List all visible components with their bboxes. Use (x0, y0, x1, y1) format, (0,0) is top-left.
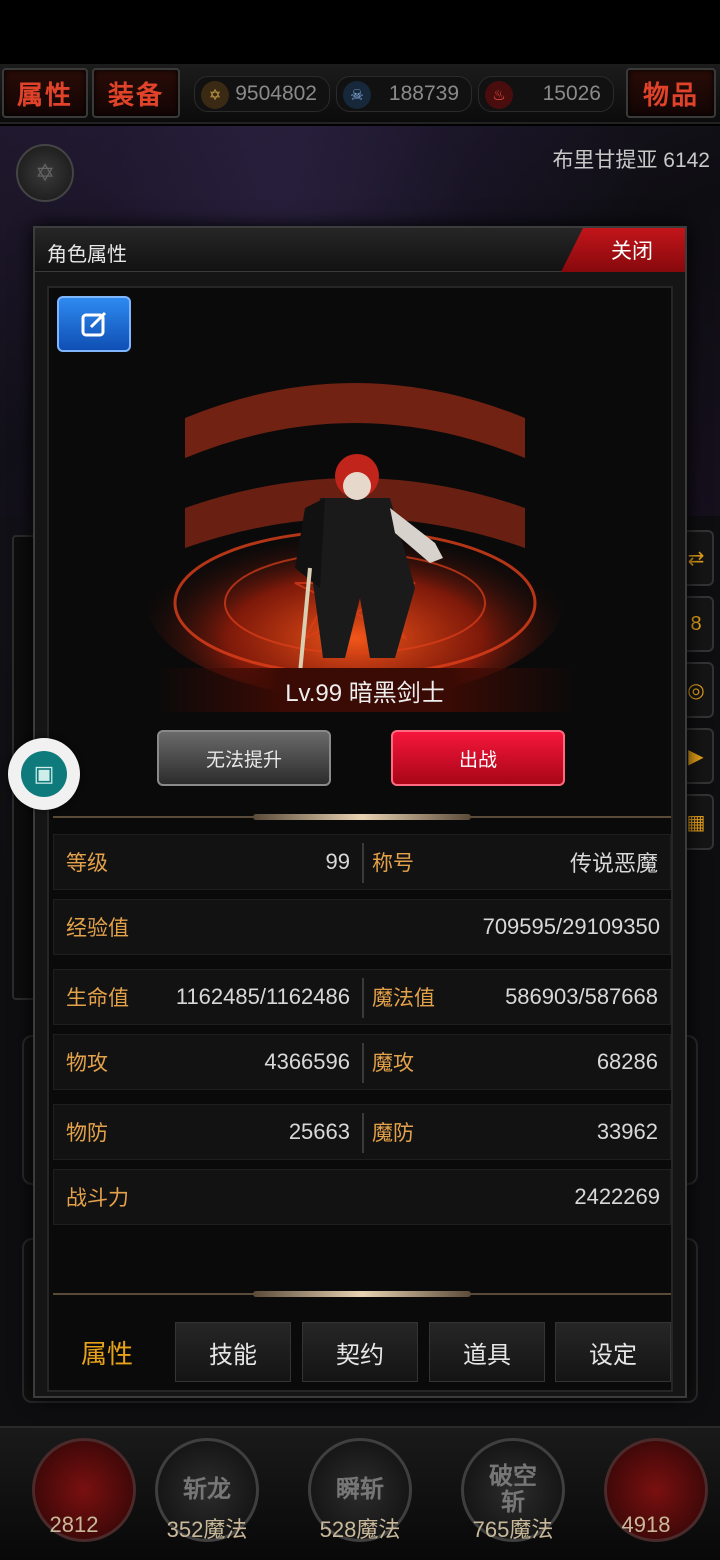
gold-counter: ✡ 9504802 (194, 76, 330, 112)
magic-attack-label: 魔攻 (372, 1052, 414, 1075)
combat-power-value: 2422269 (574, 1184, 660, 1209)
gem-value: 188739 (388, 82, 459, 105)
character-attributes-dialog: 角色属性 关闭 Lv.99 暗黑剑士 无法提升 出战 等级 99 称号 传说恶魔… (33, 226, 687, 1398)
dialog-title: 角色属性 (47, 244, 127, 266)
level-label: 等级 (66, 852, 108, 875)
items-button[interactable]: 物品 (626, 68, 716, 118)
hero-name-plate: Lv.99 暗黑剑士 (155, 668, 575, 712)
deploy-button[interactable]: 出战 (391, 730, 565, 786)
magic-attack-value: 68286 (596, 1049, 658, 1074)
equipment-button[interactable]: 装备 (92, 68, 180, 118)
tab-skills[interactable]: 技能 (175, 1322, 291, 1382)
skill-dragon-slash-cost: 352魔法 (166, 1517, 248, 1542)
cube-icon: ▣ (21, 751, 67, 797)
crystal-counter: ♨ 15026 (478, 76, 614, 112)
mana-potion-count: 4918 (621, 1512, 671, 1537)
close-button[interactable]: 关闭 (561, 228, 685, 272)
skull-gem-icon: ☠ (343, 81, 371, 109)
map-name: 布里甘提亚 6142 (552, 149, 710, 172)
tab-contract[interactable]: 契约 (302, 1322, 418, 1382)
energy-ring-upper (185, 383, 525, 458)
stat-row-power: 战斗力 2422269 (53, 1169, 671, 1225)
attributes-button[interactable]: 属性 (2, 68, 88, 118)
health-potion-count: 2812 (49, 1512, 99, 1537)
status-bar-area (0, 0, 720, 64)
physical-attack-label: 物攻 (66, 1052, 108, 1075)
divider-bottom (53, 1290, 671, 1298)
exp-label: 经验值 (66, 917, 129, 940)
skill-void-slash-cost: 765魔法 (472, 1517, 554, 1542)
top-bar: 属性 装备 ✡ 9504802 ☠ 188739 ♨ 15026 物品 (0, 64, 720, 124)
upgrade-button[interactable]: 无法提升 (157, 730, 331, 786)
physical-attack-value: 4366596 (264, 1049, 350, 1074)
hero-portrait (145, 383, 565, 698)
mp-value: 586903/587668 (505, 984, 658, 1009)
compass-icon[interactable]: ✡ (16, 144, 74, 202)
tab-items[interactable]: 道具 (429, 1322, 545, 1382)
physical-defense-value: 25663 (288, 1119, 350, 1144)
magic-defense-value: 33962 (596, 1119, 658, 1144)
stat-row-defense: 物防 25663 魔防 33962 (53, 1104, 671, 1160)
physical-defense-label: 物防 (66, 1122, 108, 1145)
combat-power-label: 战斗力 (66, 1187, 129, 1210)
stat-row-hp-mp: 生命值 1162485/1162486 魔法值 586903/587668 (53, 969, 671, 1025)
title-label: 称号 (372, 852, 414, 875)
level-value: 99 (325, 849, 350, 874)
floating-assistant-button[interactable]: ▣ (8, 738, 80, 810)
stat-row-exp: 经验值 709595/29109350 (53, 899, 671, 955)
tab-settings[interactable]: 设定 (555, 1322, 671, 1382)
stat-row-level: 等级 99 称号 传说恶魔 (53, 834, 671, 890)
divider-top (53, 813, 671, 821)
gem-counter: ☠ 188739 (336, 76, 472, 112)
mp-label: 魔法值 (372, 987, 435, 1010)
edit-icon (81, 311, 107, 337)
dialog-header: 角色属性 关闭 (35, 228, 685, 272)
red-crystal-icon: ♨ (485, 81, 513, 109)
hp-label: 生命值 (66, 987, 129, 1010)
gold-value: 9504802 (235, 82, 317, 105)
title-value: 传说恶魔 (569, 851, 658, 876)
star-coin-icon: ✡ (201, 81, 229, 109)
exp-value: 709595/29109350 (482, 914, 660, 939)
stat-row-attack: 物攻 4366596 魔攻 68286 (53, 1034, 671, 1090)
dialog-tabs: 属性 技能 契约 道具 设定 (49, 1314, 673, 1390)
skill-flash-slash-cost: 528魔法 (319, 1517, 401, 1542)
hp-value: 1162485/1162486 (175, 984, 350, 1009)
magic-defense-label: 魔防 (372, 1122, 414, 1145)
edit-button[interactable] (57, 296, 131, 352)
tab-attributes[interactable]: 属性 (49, 1314, 165, 1390)
crystal-value: 15026 (542, 82, 601, 105)
